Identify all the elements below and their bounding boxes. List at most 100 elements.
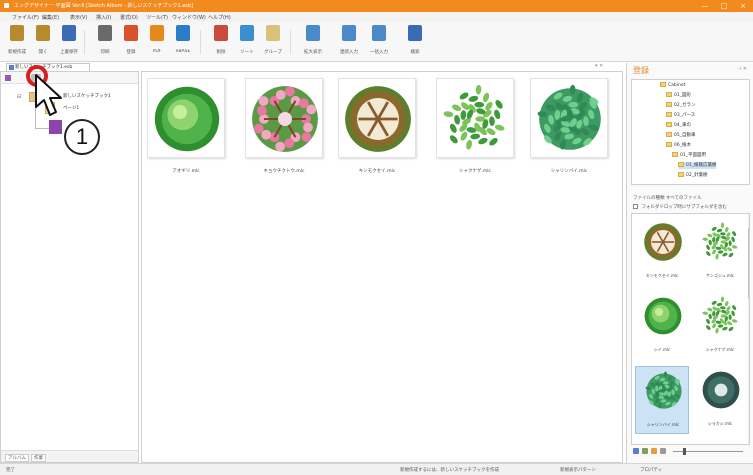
menu-item[interactable]: 書式(O) xyxy=(120,14,138,21)
plant-symbol-icon xyxy=(345,86,411,152)
settings-icon[interactable] xyxy=(660,448,666,454)
folder-icon[interactable] xyxy=(651,448,657,454)
file-list-item[interactable]: シイ.mlc xyxy=(635,292,689,360)
folder-icon xyxy=(666,92,672,97)
menu-item[interactable]: 表示(V) xyxy=(70,14,87,21)
pdf-icon xyxy=(150,25,164,41)
file-type-label: ファイルの種類 xyxy=(633,196,665,201)
minimize-button[interactable]: — xyxy=(695,0,715,12)
menu-item[interactable]: 編集(E) xyxy=(42,14,59,21)
plant-symbol-icon xyxy=(644,223,682,261)
scrollbar-thumb[interactable] xyxy=(748,228,749,298)
menu-item[interactable]: ウィンドウ(W) xyxy=(172,14,206,21)
plant-symbol-icon xyxy=(645,371,682,409)
file-list-item[interactable]: シャクナゲ.mlc xyxy=(693,292,747,360)
document-icon xyxy=(9,65,14,70)
toolbar-button[interactable]: 上書保存 xyxy=(56,25,82,59)
file-list-item[interactable]: シャリンバイ.mlc xyxy=(635,366,689,434)
folder-tree-item[interactable]: 05_自動車 xyxy=(666,132,695,139)
subfolder-checkbox-row[interactable]: フォルダドロップ時にサブフォルダを含む xyxy=(633,204,727,210)
maximize-button[interactable]: □ xyxy=(714,0,734,12)
folder-icon xyxy=(666,112,672,117)
pin-icon[interactable]: ▾ ✕ xyxy=(595,63,603,69)
document-tab[interactable]: 新しいスケッチブック1.esb xyxy=(6,63,90,71)
folder-tree-item[interactable]: 02_ガラン xyxy=(666,102,695,109)
folder-tree-item[interactable]: 01_平面図用 xyxy=(672,152,706,159)
tab-album[interactable]: アルバム xyxy=(5,454,29,462)
subfolder-checkbox[interactable] xyxy=(633,204,638,209)
gallery-item[interactable]: シャクナゲ.mlc xyxy=(436,78,514,178)
view-list-icon[interactable] xyxy=(633,448,639,454)
register-icon xyxy=(124,25,138,41)
folder-icon xyxy=(666,142,672,147)
folder-tree-item[interactable]: 02_針葉樹 xyxy=(678,172,707,179)
gallery-item[interactable]: キンモクセイ.mlc xyxy=(338,78,416,178)
folder-icon xyxy=(678,172,684,177)
gallery-item-name: シャリンバイ.mlc xyxy=(550,169,588,174)
file-list: キンモクセイ.mlc サンゴジュ.mlc シイ.mlc シャクナゲ.mlc シャリンバイ… xyxy=(631,213,750,445)
gallery-item-frame xyxy=(147,78,225,158)
folder-icon xyxy=(672,152,678,157)
close-button[interactable]: × xyxy=(733,0,753,12)
sketchbook-node-label[interactable]: 新しいスケッチブック1 xyxy=(63,93,111,99)
folder-tree-item[interactable]: 06_植木 xyxy=(666,142,691,149)
file-list-item-name: シラカシ.mlc xyxy=(707,421,733,426)
folder-tree-item[interactable]: 04_車の xyxy=(666,122,691,129)
plant-symbol-icon xyxy=(154,86,220,152)
folder-tree-label: 04_車の xyxy=(674,123,691,128)
folder-icon xyxy=(678,162,684,167)
folder-icon xyxy=(666,102,672,107)
plant-symbol-icon xyxy=(252,86,318,152)
folder-icon xyxy=(660,82,666,87)
folder-tree-item[interactable]: 01_図形 xyxy=(666,92,691,99)
toolbar-button-label: 一括入力 xyxy=(370,50,388,55)
gallery-item[interactable]: アオギリ.mlc xyxy=(147,78,225,178)
toolbar-separator xyxy=(200,30,201,54)
file-list-scrollbar[interactable] xyxy=(748,214,749,444)
toolbar-button[interactable]: 一括入力 xyxy=(366,25,392,59)
new-file-icon xyxy=(10,25,24,41)
toolbar-button-label: eBASE xyxy=(175,49,191,54)
tab-work[interactable]: 作業 xyxy=(31,454,46,462)
toolbar-button[interactable]: 検索 xyxy=(402,25,428,59)
menu-item[interactable]: ツール(T) xyxy=(146,14,168,21)
window-title: エッグデザイナー 平面図 Ver.6 [Sketch Album - 新しいスケ… xyxy=(14,3,194,9)
sketch-gallery: アオギリ.mlc キョウチクトウ.mlc キンモクセイ.mlc シャクナゲ.mlc シャ… xyxy=(141,71,623,463)
menu-item[interactable]: ファイル(F) xyxy=(12,14,39,21)
folder-tree-item[interactable]: 03_パース xyxy=(666,112,695,119)
plant-symbol-icon xyxy=(702,296,739,334)
file-list-item-name: キンモクセイ.mlc xyxy=(645,273,679,278)
toolbar-button[interactable]: 拡大表示 xyxy=(300,25,326,59)
file-type-row[interactable]: ファイルの種類 すべてのファイル xyxy=(633,195,701,201)
delete-icon xyxy=(214,25,228,41)
print-icon xyxy=(98,25,112,41)
file-list-item-name: サンゴジュ.mlc xyxy=(705,273,735,278)
menu-item[interactable]: ヘルプ(H) xyxy=(208,14,231,21)
file-list-item[interactable]: シラカシ.mlc xyxy=(693,366,747,434)
gallery-item-name: アオギリ.mlc xyxy=(172,169,200,174)
file-list-item[interactable]: キンモクセイ.mlc xyxy=(635,218,689,286)
toolbar-button[interactable]: 連続入力 xyxy=(336,25,362,59)
toolbar-button[interactable]: グループ xyxy=(260,25,286,59)
gallery-item[interactable]: シャリンバイ.mlc xyxy=(530,78,608,178)
gallery-item-frame xyxy=(338,78,416,158)
page-node-label[interactable]: ページ1 xyxy=(63,105,79,111)
batch-input-icon xyxy=(372,25,386,41)
gallery-item-name: キョウチクトウ.mlc xyxy=(263,169,305,174)
folder-tree-item[interactable]: Cabinet xyxy=(660,82,685,89)
panel-pin-icon[interactable]: ⊣ ✕ xyxy=(737,66,747,72)
registration-panel: 登録 ⊣ ✕ Cabinet 01_図形 02_ガラン 03_パース 04_車の 05_自… xyxy=(626,63,753,463)
menu-item[interactable]: 挿入(I) xyxy=(96,14,111,21)
view-thumb-icon[interactable] xyxy=(642,448,648,454)
toolbar-button[interactable]: eBASE xyxy=(170,25,196,59)
file-type-value[interactable]: すべてのファイル xyxy=(666,196,702,201)
add-page-icon[interactable] xyxy=(5,75,11,81)
status-pattern: 新規表示パターン xyxy=(560,468,596,473)
folder-tree-label: 01_図形 xyxy=(674,93,691,98)
file-list-item[interactable]: サンゴジュ.mlc xyxy=(693,218,747,286)
zoom-slider-knob[interactable] xyxy=(683,448,686,455)
tree-line xyxy=(35,128,49,129)
collapse-toggle-icon[interactable]: ⊟ xyxy=(17,94,21,100)
gallery-item[interactable]: キョウチクトウ.mlc xyxy=(245,78,323,178)
folder-tree-item[interactable]: 01_植栽広葉樹 xyxy=(678,162,717,169)
